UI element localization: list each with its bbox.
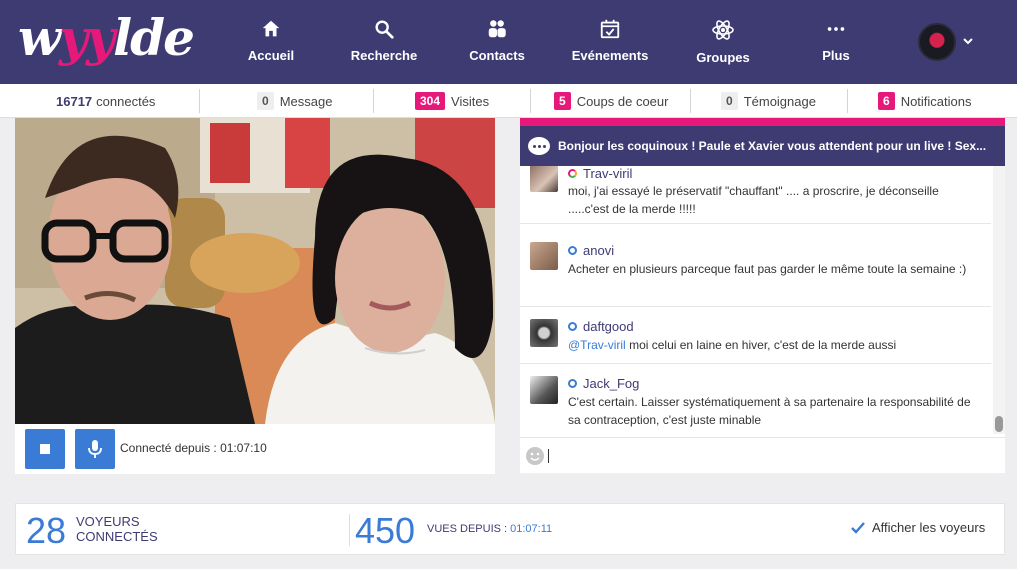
user-mention-link[interactable]: @Trav-viril: [568, 338, 626, 352]
chat-username[interactable]: anovi: [568, 243, 614, 258]
chat-message-list[interactable]: Trav-viril moi, j'ai essayé le préservat…: [520, 166, 991, 434]
stop-icon: [40, 444, 50, 454]
chat-message: anovi Acheter en plusieurs parceque faut…: [520, 232, 991, 307]
chat-announcement: Bonjour les coquinoux ! Paule et Xavier …: [520, 126, 1005, 166]
home-icon: [262, 20, 280, 37]
microphone-icon: [88, 440, 102, 458]
more-icon: [827, 27, 845, 31]
connected-users-stat: 16717 connectés: [56, 84, 155, 118]
search-icon: [375, 20, 394, 39]
avatar[interactable]: [918, 23, 956, 61]
crush-label: Coups de coeur: [576, 93, 669, 109]
testimony-count-badge: 0: [721, 92, 738, 110]
notifications-label: Notifications: [900, 93, 972, 109]
nav-recherche[interactable]: Recherche: [329, 18, 439, 63]
show-voyeurs-toggle[interactable]: Afficher les voyeurs: [850, 520, 985, 535]
connected-since-text: Connecté depuis : 01:07:10: [120, 441, 267, 455]
live-video-panel: Connecté depuis : 01:07:10: [15, 118, 495, 474]
testimony-label: Témoignage: [743, 93, 816, 109]
divider: [530, 89, 531, 113]
visits-label: Visites: [451, 93, 490, 109]
nav-groupes[interactable]: Groupes: [668, 18, 778, 65]
divider: [690, 89, 691, 113]
divider: [349, 514, 350, 546]
testimony-link[interactable]: 0 Témoignage: [721, 84, 816, 118]
atom-icon: [712, 20, 734, 40]
chat-username[interactable]: Trav-viril: [568, 166, 632, 181]
divider: [199, 89, 200, 113]
chevron-down-icon: [963, 38, 973, 45]
user-status-icon: [568, 246, 577, 255]
stop-stream-button[interactable]: [25, 429, 65, 469]
show-voyeurs-label: Afficher les voyeurs: [872, 520, 986, 535]
user-status-icon: [568, 379, 577, 388]
voyeurs-label-line2: CONNECTÉS: [76, 529, 158, 544]
connected-label: connectés: [96, 93, 156, 109]
chat-message: Trav-viril moi, j'ai essayé le préservat…: [520, 166, 991, 224]
notifications-link[interactable]: 6 Notifications: [878, 84, 972, 118]
user-avatar[interactable]: [530, 319, 558, 347]
nav-evenements-label: Evénements: [571, 48, 649, 63]
chat-message-text: moi, j'ai essayé le préservatif "chauffa…: [568, 184, 939, 216]
chat-message-text: Acheter en plusieurs parceque faut pas g…: [568, 262, 967, 276]
chat-username[interactable]: Jack_Fog: [568, 376, 639, 391]
nav-contacts[interactable]: Contacts: [442, 18, 552, 63]
user-avatar[interactable]: [530, 242, 558, 270]
messages-count-badge: 0: [257, 92, 274, 110]
voyeurs-label-line1: VOYEURS: [76, 514, 140, 529]
chat-message: Jack_Fog C'est certain. Laisser systémat…: [520, 364, 991, 434]
crush-count-badge: 5: [554, 92, 571, 110]
nav-evenements[interactable]: Evénements: [555, 18, 665, 63]
chat-message: daftgood @Trav-viril moi celui en laine …: [520, 307, 991, 364]
chat-input-area[interactable]: [520, 437, 1005, 473]
views-label: VUES DEPUIS : 01:07:11: [427, 523, 553, 535]
live-video-stream[interactable]: [15, 118, 495, 424]
emoji-icon[interactable]: [526, 447, 544, 465]
chat-announcement-text: Bonjour les coquinoux ! Paule et Xavier …: [558, 139, 987, 153]
nav-plus-label: Plus: [822, 48, 850, 63]
nav-accueil-label: Accueil: [247, 48, 295, 63]
microphone-button[interactable]: [75, 429, 115, 469]
text-cursor: [548, 449, 549, 463]
messages-label: Message: [279, 93, 333, 109]
user-avatar[interactable]: [530, 376, 558, 404]
visits-link[interactable]: 304 Visites: [415, 84, 489, 118]
divider: [373, 89, 374, 113]
video-frame-image: [15, 118, 495, 424]
stats-bar: 16717 connectés 0 Message 304 Visites 5 …: [0, 84, 1017, 118]
views-count: 450: [355, 510, 416, 551]
stream-stats-footer: 28 VOYEURS CONNECTÉS 450 VUES DEPUIS : 0…: [15, 503, 1005, 555]
chat-scrollbar-thumb[interactable]: [995, 416, 1003, 432]
visits-count-badge: 304: [415, 92, 446, 110]
user-status-icon: [568, 169, 577, 178]
chat-scrollbar[interactable]: [993, 166, 1005, 434]
nav-recherche-label: Recherche: [350, 48, 418, 63]
wyylde-logo[interactable]: wyylde: [18, 8, 195, 67]
chat-username[interactable]: daftgood: [568, 319, 634, 334]
chat-message-text: @Trav-viril moi celui en laine en hiver,…: [568, 338, 897, 352]
chat-panel: Bonjour les coquinoux ! Paule et Xavier …: [520, 118, 1005, 473]
nav-plus[interactable]: Plus: [781, 18, 891, 63]
calendar-icon: [600, 19, 620, 39]
chat-accent-bar: [520, 118, 1005, 126]
nav-groupes-label: Groupes: [696, 50, 750, 65]
views-since-time: 01:07:11: [510, 523, 553, 535]
voyeurs-count: 28: [26, 510, 67, 551]
connected-count: 16717: [56, 93, 93, 109]
divider: [847, 89, 848, 113]
speech-bubble-icon: [528, 137, 550, 155]
top-navigation-bar: wyylde Accueil Recherche Contacts Evénem…: [0, 0, 1017, 84]
checkmark-icon: [851, 521, 865, 534]
nav-contacts-label: Contacts: [469, 48, 525, 63]
messages-link[interactable]: 0 Message: [257, 84, 332, 118]
user-avatar[interactable]: [530, 166, 558, 192]
chat-message-text: C'est certain. Laisser systématiquement …: [568, 395, 971, 427]
nav-accueil[interactable]: Accueil: [216, 18, 326, 63]
notifications-count-badge: 6: [878, 92, 895, 110]
video-controls: Connecté depuis : 01:07:10: [15, 424, 495, 474]
contacts-icon: [488, 20, 506, 38]
user-menu[interactable]: [918, 23, 978, 63]
crush-link[interactable]: 5 Coups de coeur: [554, 84, 668, 118]
user-status-icon: [568, 322, 577, 331]
